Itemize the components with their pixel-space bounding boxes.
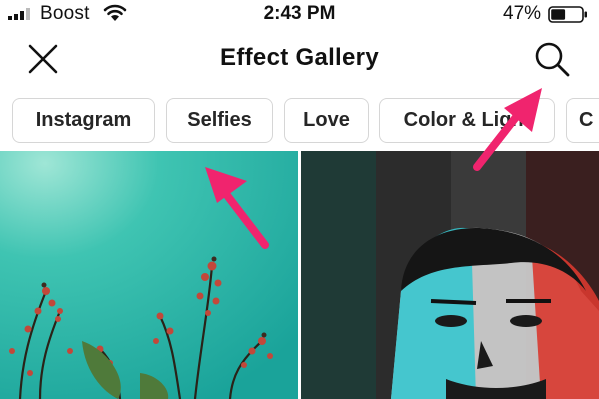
annotation-arrow-search [473,88,542,171]
chip-next-category[interactable]: C [566,98,599,143]
status-bar: Boost 2:43 PM 47% [0,0,599,28]
effect-preview-rgb-face[interactable] [301,151,599,399]
battery-icon [548,6,587,23]
effect-grid [0,151,599,399]
nav-bar: Effect Gallery [0,28,599,90]
chip-instagram[interactable]: Instagram [12,98,155,143]
page-title: Effect Gallery [220,44,379,71]
chip-selfies[interactable]: Selfies [166,98,273,143]
battery-percentage: 47% [503,3,542,24]
search-icon[interactable] [530,38,574,82]
chip-love[interactable]: Love [284,98,369,143]
annotation-arrow-chips [205,167,269,249]
